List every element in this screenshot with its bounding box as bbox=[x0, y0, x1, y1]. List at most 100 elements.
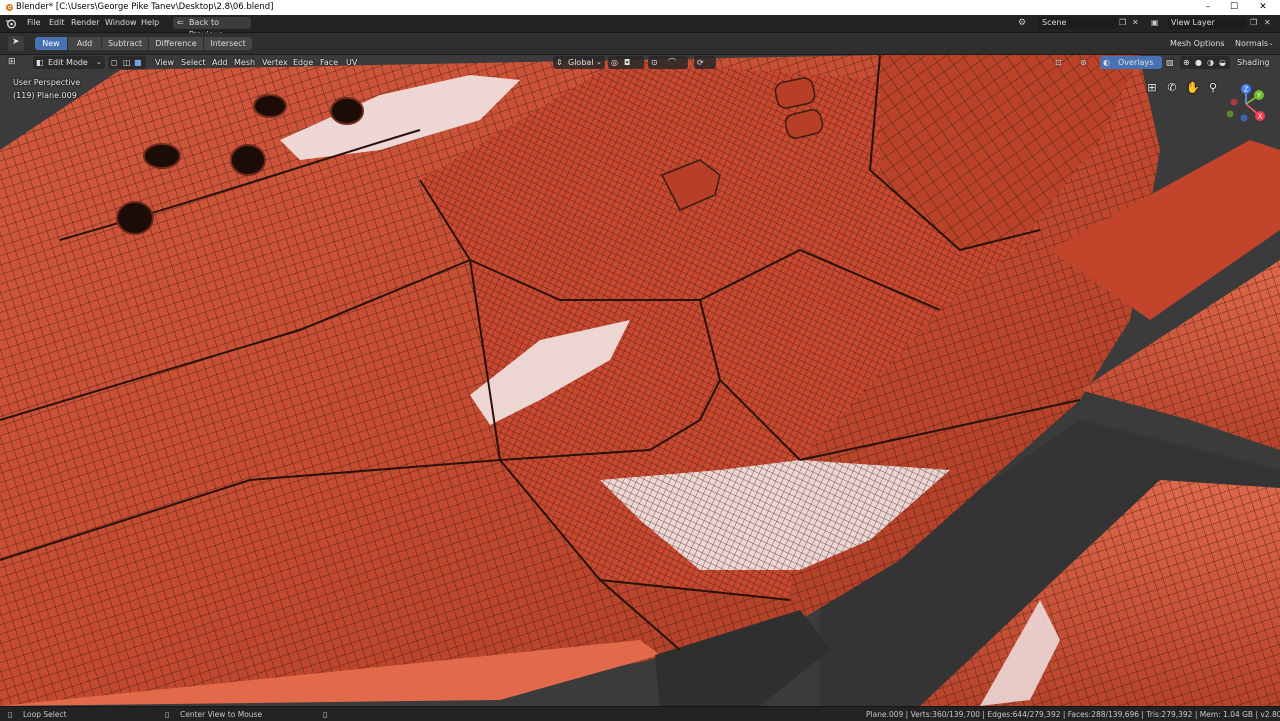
view-layer-icon[interactable]: ▣ bbox=[1151, 18, 1159, 27]
menu-uv[interactable]: UV bbox=[346, 58, 357, 67]
window-title-bar: Blender* [C:\Users\George Pike Tanev\Des… bbox=[0, 0, 1280, 15]
blender-menu-icon[interactable] bbox=[5, 18, 17, 29]
active-object-label: (119) Plane.009 bbox=[13, 91, 77, 100]
neg-x-axis-handle[interactable] bbox=[1230, 98, 1238, 106]
transform-orientation-dropdown[interactable]: ⇕ Global ⌄ bbox=[553, 56, 605, 69]
pivot-point-icon[interactable]: ◎ bbox=[611, 56, 618, 69]
toggle-camera-view-icon[interactable]: ⊞ bbox=[1145, 81, 1159, 95]
chevron-down-icon: ⌄ bbox=[1220, 39, 1226, 47]
proportional-edit-icon[interactable]: ⊙ bbox=[651, 56, 658, 69]
mesh-options-dropdown[interactable]: Mesh Options bbox=[1170, 39, 1224, 48]
window-title: Blender* [C:\Users\George Pike Tanev\Des… bbox=[16, 2, 274, 12]
top-menu-bar: File Edit Render Window Help ⇐ Back to P… bbox=[0, 15, 1280, 39]
y-axis-label: Y bbox=[1256, 92, 1262, 100]
neg-y-axis-handle[interactable] bbox=[1226, 110, 1234, 118]
shading-dropdown[interactable]: Shading bbox=[1237, 58, 1270, 67]
menu-window[interactable]: Window bbox=[105, 18, 137, 27]
3d-viewport[interactable] bbox=[0, 55, 1280, 706]
minimize-button[interactable]: – bbox=[1195, 0, 1221, 15]
menu-vertex[interactable]: Vertex bbox=[262, 58, 288, 67]
select-mode-toggle[interactable]: ◻ ◫ ■ bbox=[108, 56, 146, 69]
scene-copy-icon[interactable]: ❐ bbox=[1119, 18, 1126, 27]
gizmo-toggle[interactable]: ⟳ bbox=[694, 56, 716, 69]
menu-add[interactable]: Add bbox=[212, 58, 228, 67]
shading-mode-group[interactable]: ⊕ ● ◑ ◒ bbox=[1180, 56, 1230, 69]
editor-type-icon[interactable]: ⊞ bbox=[8, 57, 16, 67]
menu-help[interactable]: Help bbox=[141, 18, 159, 27]
normals-dropdown[interactable]: Normals bbox=[1235, 39, 1268, 48]
mouse-left-icon: ▯ bbox=[8, 710, 13, 719]
menu-face[interactable]: Face bbox=[320, 58, 338, 67]
proportional-edit-group[interactable]: ⊙ ⌒ bbox=[648, 56, 688, 69]
back-arrow-icon: ⇐ bbox=[177, 18, 184, 27]
overlays-icon: ◐ bbox=[1103, 58, 1110, 67]
menu-view[interactable]: View bbox=[155, 58, 174, 67]
scene-icon[interactable]: ⚙ bbox=[1018, 18, 1026, 28]
middle-click-hint: Center View to Mouse bbox=[180, 710, 263, 719]
view-layer-selector[interactable]: View Layer bbox=[1167, 17, 1247, 29]
scene-label: Scene bbox=[1042, 18, 1067, 27]
view-layer-close-icon[interactable]: ✕ bbox=[1264, 18, 1271, 27]
chevron-down-icon: ⌄ bbox=[1268, 39, 1274, 47]
select-tool-button[interactable]: ➤ bbox=[8, 36, 24, 51]
viewport-gizmos-icon[interactable]: ⊛ bbox=[1080, 58, 1087, 67]
scene-selector[interactable]: Scene bbox=[1038, 17, 1118, 29]
scene-statistics: Plane.009 | Verts:360/139,700 | Edges:64… bbox=[866, 710, 1280, 719]
chevron-down-icon: ⌄ bbox=[596, 58, 602, 66]
viewport-header: ⊞ ◧ Edit Mode ⌄ ◻ ◫ ■ View Select Add Me… bbox=[0, 55, 1280, 71]
scene-close-icon[interactable]: ✕ bbox=[1132, 18, 1139, 27]
menu-select[interactable]: Select bbox=[181, 58, 206, 67]
mode-label: Edit Mode bbox=[48, 58, 88, 67]
boolean-difference-button[interactable]: Difference bbox=[149, 37, 203, 50]
axis-navigation-gizmo[interactable]: Z Y X bbox=[1222, 82, 1270, 124]
view-layer-copy-icon[interactable]: ❐ bbox=[1250, 18, 1257, 27]
pivot-snap-group[interactable]: ◎ ◘ bbox=[608, 56, 644, 69]
mouse-middle-icon: ▯ bbox=[165, 710, 170, 719]
menu-render[interactable]: Render bbox=[71, 18, 99, 27]
back-to-previous-button[interactable]: ⇐ Back to Previous bbox=[173, 17, 251, 39]
menu-edge[interactable]: Edge bbox=[293, 58, 313, 67]
edit-mode-icon: ◧ bbox=[36, 58, 44, 67]
neg-z-axis-handle[interactable] bbox=[1240, 114, 1248, 122]
boolean-new-button[interactable]: New bbox=[35, 37, 67, 50]
edge-select-icon[interactable]: ◫ bbox=[123, 56, 131, 69]
status-bar: ▯ Loop Select ▯ Center View to Mouse ▯ P… bbox=[0, 706, 1280, 721]
mode-selector[interactable]: ◧ Edit Mode ⌄ bbox=[33, 56, 105, 69]
view-layer-label: View Layer bbox=[1171, 18, 1215, 27]
mesh-render bbox=[0, 55, 1280, 706]
boolean-add-button[interactable]: Add bbox=[68, 37, 101, 50]
camera-icon[interactable]: ✆ bbox=[1165, 81, 1179, 95]
zoom-icon[interactable]: ⚲ bbox=[1206, 81, 1220, 95]
boolean-intersect-button[interactable]: Intersect bbox=[204, 37, 252, 50]
orientation-icon: ⇕ bbox=[556, 58, 563, 67]
solid-shading-icon[interactable]: ● bbox=[1195, 56, 1202, 69]
object-visibility-icon[interactable]: ⊡ bbox=[1055, 58, 1062, 67]
maximize-button[interactable]: ☐ bbox=[1221, 0, 1247, 15]
overlays-dropdown[interactable]: ◐ Overlays bbox=[1100, 56, 1162, 69]
gizmo-icon: ⟳ bbox=[697, 58, 704, 67]
menu-mesh[interactable]: Mesh bbox=[234, 58, 255, 67]
close-button[interactable]: ✕ bbox=[1250, 0, 1276, 15]
wireframe-shading-icon[interactable]: ⊕ bbox=[1183, 56, 1190, 69]
x-axis-label: X bbox=[1258, 113, 1263, 121]
falloff-icon[interactable]: ⌒ bbox=[668, 56, 676, 69]
view-perspective-label: User Perspective bbox=[13, 78, 81, 87]
face-select-icon[interactable]: ■ bbox=[134, 56, 142, 69]
mouse-right-icon: ▯ bbox=[323, 710, 328, 719]
blender-logo-icon bbox=[5, 3, 14, 12]
overlays-label: Overlays bbox=[1118, 58, 1154, 67]
z-axis-label: Z bbox=[1244, 86, 1249, 94]
chevron-down-icon: ⌄ bbox=[96, 58, 102, 66]
material-shading-icon[interactable]: ◑ bbox=[1207, 56, 1214, 69]
tool-settings-header: ➤ New Add Subtract Difference Intersect … bbox=[0, 33, 1280, 55]
menu-file[interactable]: File bbox=[27, 18, 40, 27]
left-click-hint: Loop Select bbox=[23, 710, 67, 719]
boolean-subtract-button[interactable]: Subtract bbox=[102, 37, 148, 50]
snap-icon[interactable]: ◘ bbox=[624, 56, 630, 69]
rendered-shading-icon[interactable]: ◒ bbox=[1219, 56, 1226, 69]
menu-edit[interactable]: Edit bbox=[49, 18, 65, 27]
pan-hand-icon[interactable]: ✋ bbox=[1186, 81, 1200, 95]
vertex-select-icon[interactable]: ◻ bbox=[111, 56, 118, 69]
orientation-label: Global bbox=[568, 58, 594, 67]
xray-toggle-icon[interactable]: ▨ bbox=[1166, 58, 1174, 67]
